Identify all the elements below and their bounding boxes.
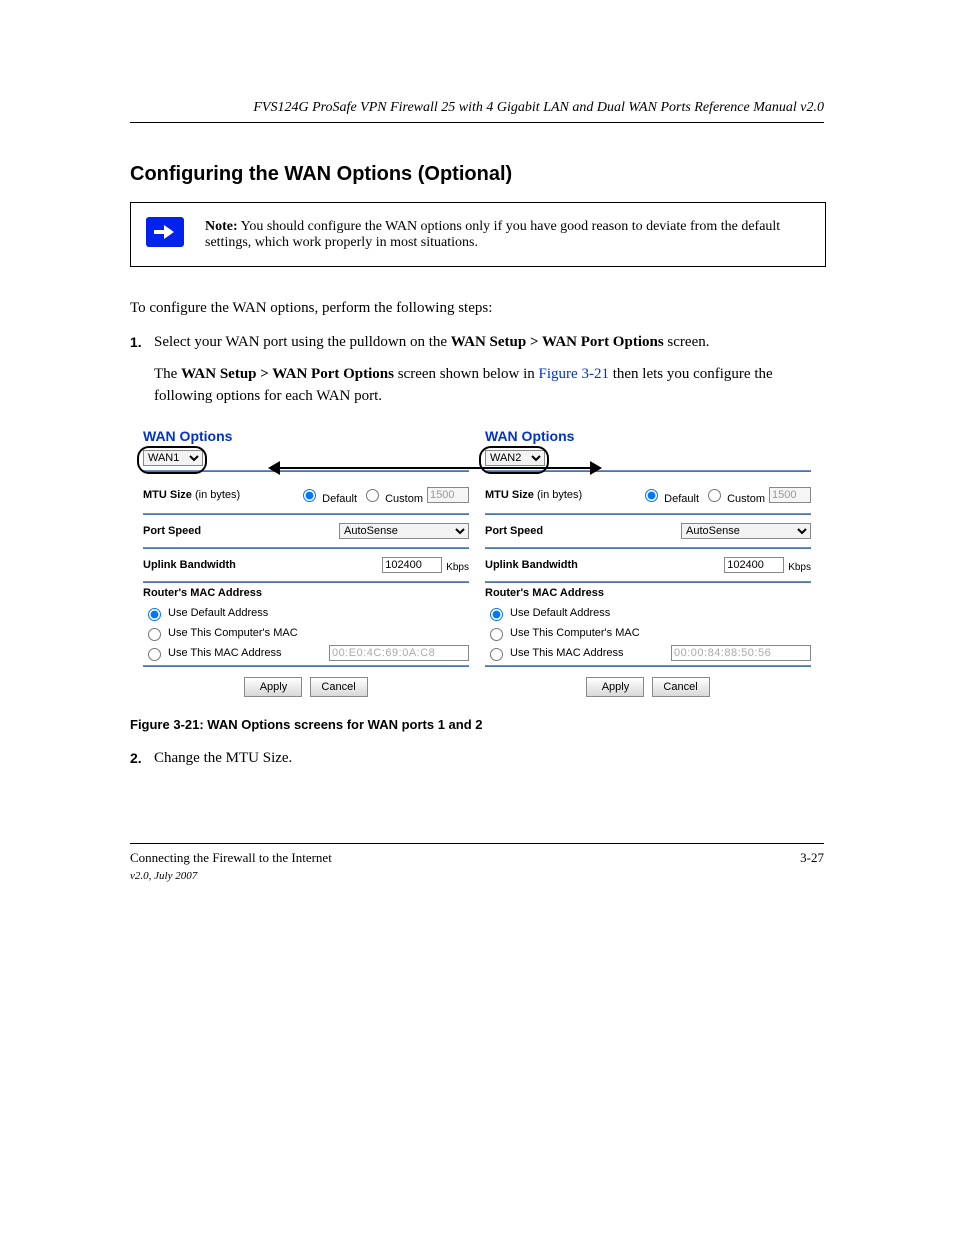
wan1-select[interactable]: WAN1 [143, 450, 203, 466]
wan2-port-label: Port Speed [485, 525, 543, 537]
wan2-port-select[interactable]: AutoSense [681, 523, 811, 539]
note-text: You should configure the WAN options onl… [205, 219, 780, 250]
wan-options-panel-2: WAN Options WAN2 MTU Size (in bytes) Def… [477, 422, 819, 705]
section-title: Configuring the WAN Options (Optional) [130, 163, 824, 186]
wan2-mac-this-radio[interactable]: Use This MAC Address [485, 645, 624, 661]
wan2-mac-input[interactable] [671, 645, 811, 661]
wan1-apply-button[interactable]: Apply [244, 677, 302, 697]
panel-tail1: screen shown below in [394, 366, 539, 382]
wan2-cancel-button[interactable]: Cancel [652, 677, 710, 697]
wan1-mac-input[interactable] [329, 645, 469, 661]
footer-version: v2.0, July 2007 [130, 870, 332, 882]
divider [485, 470, 811, 472]
wan1-mac-header: Router's MAC Address [143, 587, 469, 599]
wan1-uplink-input[interactable] [382, 557, 442, 573]
step1-suffix: screen. [664, 334, 710, 350]
figure-ref-link[interactable]: Figure 3-21 [539, 366, 609, 382]
step1-strong: WAN Setup > WAN Port Options [451, 334, 664, 350]
wan2-select[interactable]: WAN2 [485, 450, 545, 466]
wan2-mac-comp-radio[interactable]: Use This Computer's MAC [485, 625, 640, 641]
footer-page-number: 3-27 [800, 850, 824, 882]
wan2-mtu-label: MTU Size (in bytes) [485, 489, 582, 501]
wan2-title: WAN Options [485, 428, 811, 444]
page-header: FVS124G ProSafe VPN Firewall 25 with 4 G… [130, 100, 824, 123]
wan1-title: WAN Options [143, 428, 469, 444]
step2-text: Change the MTU Size. [154, 750, 292, 767]
connector-arrow-icon [280, 467, 590, 469]
wan2-apply-button[interactable]: Apply [586, 677, 644, 697]
divider [143, 470, 469, 472]
wan1-mtu-label: MTU Size (in bytes) [143, 489, 240, 501]
wan1-mac-comp-radio[interactable]: Use This Computer's MAC [143, 625, 298, 641]
wan2-mac-default-radio[interactable]: Use Default Address [485, 605, 610, 621]
wan1-port-label: Port Speed [143, 525, 201, 537]
wan1-mtu-default-radio[interactable]: Default [298, 486, 357, 505]
wan2-mtu-custom-radio[interactable]: Custom [703, 486, 765, 505]
page-footer: Connecting the Firewall to the Internet … [130, 843, 824, 882]
wan2-uplink-label: Uplink Bandwidth [485, 559, 578, 571]
arrow-right-icon [146, 217, 184, 247]
wan2-uplink-input[interactable] [724, 557, 784, 573]
panel-strong: WAN Setup > WAN Port Options [181, 366, 394, 382]
wan1-mac-default-radio[interactable]: Use Default Address [143, 605, 268, 621]
kbps-unit: Kbps [446, 562, 469, 573]
figure-caption: Figure 3-21: WAN Options screens for WAN… [130, 717, 824, 732]
wan1-mtu-custom-radio[interactable]: Custom [361, 486, 423, 505]
step-number-1: 1. [130, 334, 154, 350]
intro-text: To configure the WAN options, perform th… [130, 297, 824, 320]
footer-section: Connecting the Firewall to the Internet [130, 850, 332, 866]
kbps-unit: Kbps [788, 562, 811, 573]
note-label: Note: [205, 219, 238, 234]
wan1-mtu-input[interactable] [427, 487, 469, 503]
wan1-port-select[interactable]: AutoSense [339, 523, 469, 539]
wan2-mtu-default-radio[interactable]: Default [640, 486, 699, 505]
wan1-mac-this-radio[interactable]: Use This MAC Address [143, 645, 282, 661]
step-number-2: 2. [130, 750, 154, 766]
step1-prefix: Select your WAN port using the pulldown … [154, 334, 451, 350]
wan2-mac-header: Router's MAC Address [485, 587, 811, 599]
note-box: Note: You should configure the WAN optio… [130, 202, 826, 267]
wan2-mtu-input[interactable] [769, 487, 811, 503]
panel-lead: The [154, 366, 181, 382]
wan1-cancel-button[interactable]: Cancel [310, 677, 368, 697]
wan-options-panel-1: WAN Options WAN1 MTU Size (in bytes) Def… [135, 422, 477, 705]
wan1-uplink-label: Uplink Bandwidth [143, 559, 236, 571]
